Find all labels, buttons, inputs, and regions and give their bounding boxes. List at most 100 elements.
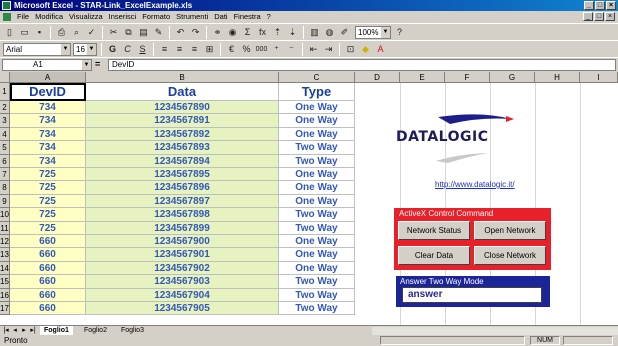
close-network-button[interactable]: Close Network: [474, 246, 546, 265]
document-icon[interactable]: [3, 13, 11, 21]
cell-type[interactable]: One Way: [279, 261, 355, 276]
format-painter-icon[interactable]: ✎: [152, 26, 165, 39]
formula-input[interactable]: DevID: [108, 59, 616, 71]
cell-devid[interactable]: 734: [10, 154, 86, 168]
menu-help[interactable]: ?: [264, 11, 274, 23]
cell-devid[interactable]: 734: [10, 141, 86, 155]
cell-devid[interactable]: 660: [10, 275, 86, 289]
decrease-decimal-icon[interactable]: ⁻: [285, 43, 298, 56]
cell-devid[interactable]: 660: [10, 261, 86, 276]
cell-data[interactable]: 1234567895: [86, 168, 279, 182]
cell-type[interactable]: Two Way: [279, 141, 355, 155]
cell-devid[interactable]: 725: [10, 181, 86, 195]
cell-devid[interactable]: 725: [10, 168, 86, 182]
row-header[interactable]: 12: [0, 235, 10, 249]
sort-ascending-icon[interactable]: ⇡: [271, 26, 284, 39]
save-icon[interactable]: ▪: [33, 26, 46, 39]
chevron-down-icon[interactable]: ▼: [61, 43, 70, 55]
cell-type[interactable]: Two Way: [279, 288, 355, 302]
italic-button[interactable]: C: [121, 43, 134, 56]
cell-devid[interactable]: 660: [10, 248, 86, 262]
cell-data[interactable]: 1234567893: [86, 141, 279, 155]
open-network-button[interactable]: Open Network: [474, 221, 546, 240]
row-header[interactable]: 13: [0, 248, 10, 262]
row-header[interactable]: 17: [0, 302, 10, 316]
cell-type[interactable]: Two Way: [279, 275, 355, 289]
column-header-a[interactable]: A: [10, 72, 86, 83]
percent-button[interactable]: %: [240, 43, 253, 56]
cell-data[interactable]: 1234567902: [86, 261, 279, 276]
column-header-c[interactable]: C: [279, 72, 355, 83]
chevron-down-icon[interactable]: ▼: [381, 26, 390, 38]
print-icon[interactable]: ⎙: [55, 26, 68, 39]
next-sheet-icon[interactable]: ▸: [20, 326, 28, 335]
menu-inserisci[interactable]: Inserisci: [106, 11, 140, 23]
cell-type[interactable]: One Way: [279, 248, 355, 262]
merge-center-icon[interactable]: ⊞: [203, 43, 216, 56]
cell-type[interactable]: One Way: [279, 181, 355, 195]
row-header[interactable]: 8: [0, 181, 10, 195]
cell-data[interactable]: 1234567892: [86, 127, 279, 142]
row-header[interactable]: 6: [0, 154, 10, 168]
cell-data[interactable]: 1234567901: [86, 248, 279, 262]
hyperlink-icon[interactable]: ⚭: [211, 26, 224, 39]
column-header-f[interactable]: F: [445, 72, 490, 83]
align-right-icon[interactable]: ≡: [188, 43, 201, 56]
row-header[interactable]: 10: [0, 208, 10, 222]
row-header[interactable]: 7: [0, 168, 10, 182]
maximize-button[interactable]: □: [595, 1, 605, 10]
cell-devid[interactable]: 725: [10, 208, 86, 222]
cut-icon[interactable]: ✂: [107, 26, 120, 39]
doc-minimize-button[interactable]: _: [583, 12, 593, 21]
font-color-icon[interactable]: A: [374, 43, 387, 56]
cell-type[interactable]: Two Way: [279, 208, 355, 222]
tab-foglio1[interactable]: Foglio1: [40, 326, 73, 335]
office-assistant-icon[interactable]: ?: [393, 26, 406, 39]
row-header[interactable]: 3: [0, 114, 10, 128]
menu-dati[interactable]: Dati: [211, 11, 230, 23]
row-header[interactable]: 4: [0, 127, 10, 142]
cell-type[interactable]: One Way: [279, 127, 355, 142]
cell-devid[interactable]: 725: [10, 194, 86, 209]
chevron-down-icon[interactable]: ▼: [87, 43, 96, 55]
cell-devid[interactable]: 734: [10, 101, 86, 115]
cell-type[interactable]: Two Way: [279, 221, 355, 235]
increase-decimal-icon[interactable]: ⁺: [270, 43, 283, 56]
horizontal-scrollbar[interactable]: [372, 327, 618, 335]
cell-data[interactable]: 1234567899: [86, 221, 279, 235]
close-button[interactable]: ×: [606, 1, 616, 10]
font-select[interactable]: Arial ▼: [3, 42, 71, 56]
cell-devid[interactable]: 734: [10, 114, 86, 128]
increase-indent-icon[interactable]: ⇥: [322, 43, 335, 56]
cell-data[interactable]: 1234567897: [86, 194, 279, 209]
cell-devid[interactable]: 660: [10, 302, 86, 316]
new-file-icon[interactable]: ▯: [3, 26, 16, 39]
cell-devid[interactable]: 660: [10, 288, 86, 302]
redo-icon[interactable]: ↷: [189, 26, 202, 39]
menu-finestra[interactable]: Finestra: [231, 11, 264, 23]
header-cell-type[interactable]: Type: [279, 83, 355, 101]
drawing-icon[interactable]: ✐: [338, 26, 351, 39]
font-size-select[interactable]: 16 ▼: [73, 42, 97, 56]
equals-sign[interactable]: =: [95, 59, 100, 69]
answer-input[interactable]: answer: [402, 287, 542, 303]
chevron-down-icon[interactable]: ▼: [82, 60, 91, 70]
cell-type[interactable]: Two Way: [279, 302, 355, 316]
doc-restore-button[interactable]: □: [594, 12, 604, 21]
bold-button[interactable]: G: [106, 43, 119, 56]
row-header[interactable]: 11: [0, 221, 10, 235]
excel-app-icon[interactable]: [2, 1, 11, 10]
cell-data[interactable]: 1234567891: [86, 114, 279, 128]
map-icon[interactable]: ◍: [323, 26, 336, 39]
row-header[interactable]: 14: [0, 261, 10, 276]
doc-close-button[interactable]: ×: [605, 12, 615, 21]
fill-color-icon[interactable]: ◆: [359, 43, 372, 56]
thousands-button[interactable]: 000: [255, 43, 268, 56]
tab-foglio3[interactable]: Foglio3: [117, 326, 148, 335]
column-header-i[interactable]: I: [580, 72, 618, 83]
autosum-icon[interactable]: Σ: [241, 26, 254, 39]
select-all-corner[interactable]: [0, 72, 10, 83]
currency-button[interactable]: €: [225, 43, 238, 56]
cell-type[interactable]: One Way: [279, 194, 355, 209]
cell-type[interactable]: One Way: [279, 101, 355, 115]
